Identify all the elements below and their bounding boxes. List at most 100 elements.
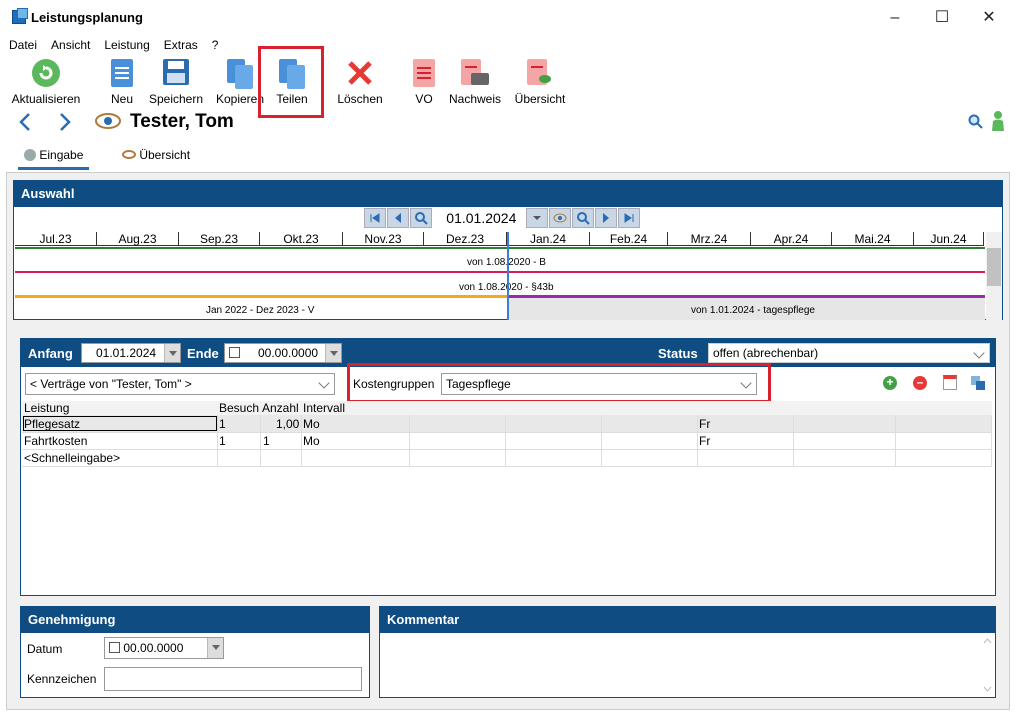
tab-uebersicht[interactable]: Übersicht <box>116 144 196 170</box>
genehmigung-panel: Genehmigung Datum 00.00.0000 Kennzeichen <box>20 606 370 698</box>
first-icon[interactable] <box>364 208 386 228</box>
scrollbar-thumb[interactable] <box>987 248 1001 286</box>
eye-small-icon <box>122 150 136 159</box>
kennzeichen-input[interactable] <box>104 667 362 691</box>
last-icon[interactable] <box>618 208 641 228</box>
kommentar-scrollbar[interactable] <box>980 633 995 697</box>
kommentar-title: Kommentar <box>380 607 995 633</box>
prev-icon[interactable] <box>387 208 409 228</box>
column-header: Intervall <box>303 401 346 415</box>
refresh-button[interactable]: Aktualisieren <box>4 56 88 108</box>
date-dropdown-icon[interactable] <box>526 208 549 228</box>
cell-besuch: 1 <box>219 417 226 431</box>
chevron-down-icon[interactable] <box>164 344 180 362</box>
month-header: Jan.24 <box>507 232 590 246</box>
cell-leistung: Fahrtkosten <box>24 434 88 448</box>
next-icon[interactable] <box>595 208 618 228</box>
cell-day: Fr <box>699 417 711 431</box>
tab-eingabe[interactable]: Eingabe <box>18 144 90 170</box>
new-document-icon <box>111 59 133 87</box>
ende-field[interactable]: 00.00.0000 <box>224 343 342 363</box>
zoom-out-icon[interactable] <box>572 208 595 228</box>
chevron-down-icon[interactable] <box>207 638 223 658</box>
overview-document-icon <box>527 59 553 89</box>
vo-document-icon <box>413 59 435 87</box>
calendar-icon[interactable] <box>943 375 957 390</box>
current-date: 01.01.2024 <box>446 210 517 226</box>
menu-datei[interactable]: Datei <box>2 36 44 54</box>
save-button[interactable]: Speichern <box>145 56 207 108</box>
user-figure-icon[interactable] <box>990 110 1006 132</box>
cell-leistung: Pflegesatz <box>24 417 81 431</box>
back-arrow-icon[interactable] <box>16 111 34 133</box>
menu-ansicht[interactable]: Ansicht <box>44 36 97 54</box>
copy-icon <box>227 59 253 89</box>
datum-label: Datum <box>27 642 63 656</box>
month-header: Sep.23 <box>179 232 260 246</box>
timeline-scrollbar[interactable] <box>986 232 1002 320</box>
search-icon[interactable] <box>968 114 984 130</box>
auswahl-title: Auswahl <box>14 181 1002 207</box>
month-header: Aug.23 <box>97 232 179 246</box>
ende-checkbox[interactable] <box>229 347 240 358</box>
cell-anzahl: 1,00 <box>276 417 300 431</box>
zoom-icon[interactable] <box>410 208 432 228</box>
transfer-icon[interactable] <box>971 376 985 390</box>
overview-button[interactable]: Übersicht <box>510 56 570 108</box>
maximize-button[interactable]: ☐ <box>927 6 957 30</box>
genehmigung-title: Genehmigung <box>21 607 369 633</box>
contract-label: Jan 2022 - Dez 2023 - V <box>206 305 315 316</box>
month-header: Feb.24 <box>590 232 668 246</box>
kennzeichen-label: Kennzeichen <box>27 672 97 686</box>
view-eye-icon[interactable] <box>549 208 572 228</box>
delete-x-icon <box>346 59 374 87</box>
menu-extras[interactable]: Extras <box>157 36 205 54</box>
anfang-field[interactable]: 01.01.2024 <box>81 343 181 363</box>
share-button[interactable]: Teilen <box>264 56 320 108</box>
kostengruppen-select[interactable]: Tagespflege <box>441 373 757 395</box>
menu-help[interactable]: ? <box>205 36 226 54</box>
add-icon[interactable]: + <box>883 376 897 390</box>
menu-leistung[interactable]: Leistung <box>97 36 156 54</box>
ende-label: Ende <box>187 346 219 361</box>
datum-field[interactable]: 00.00.0000 <box>104 637 224 659</box>
leistung-panel: Anfang 01.01.2024 Ende 00.00.0000 Status… <box>20 338 996 596</box>
today-line <box>507 232 509 320</box>
month-header: Jun.24 <box>914 232 984 246</box>
minimize-button[interactable]: – <box>880 6 910 30</box>
kostengruppen-label: Kostengruppen <box>353 377 435 391</box>
close-button[interactable]: ✕ <box>974 6 1004 30</box>
kommentar-textarea[interactable] <box>380 633 980 697</box>
chevron-down-icon <box>973 347 985 359</box>
table-row[interactable] <box>22 432 992 449</box>
vo-button[interactable]: VO <box>404 56 444 108</box>
month-header: Mai.24 <box>832 232 914 246</box>
anfang-label: Anfang <box>28 346 73 361</box>
contract-bar-orange <box>15 295 507 298</box>
table-row[interactable] <box>22 449 992 466</box>
eye-icon <box>95 112 121 130</box>
month-header: Nov.23 <box>343 232 424 246</box>
timeline-grid: Jul.23 Aug.23 Sep.23 Okt.23 Nov.23 Dez.2… <box>15 232 987 320</box>
column-header: Anzahl <box>262 401 299 415</box>
status-select[interactable]: offen (abrechenbar) <box>708 343 990 363</box>
chevron-down-icon <box>318 377 330 389</box>
remove-icon[interactable]: – <box>913 376 927 390</box>
cell-besuch: 1 <box>219 434 226 448</box>
leistung-table: Leistung Besuch Anzahl Intervall Pfleges… <box>22 401 992 471</box>
auswahl-panel: Auswahl 01.01.2024 Jul.23 Aug.23 Sep.23 … <box>13 180 1003 320</box>
chevron-down-icon[interactable] <box>325 344 341 362</box>
title-bar: Leistungsplanung – ☐ ✕ <box>0 0 1016 36</box>
forward-arrow-icon[interactable] <box>56 111 74 133</box>
kommentar-panel: Kommentar <box>379 606 996 698</box>
delete-button[interactable]: Löschen <box>332 56 388 108</box>
status-label: Status <box>658 346 698 361</box>
cell-day: Fr <box>699 434 711 448</box>
month-header: Apr.24 <box>751 232 832 246</box>
datum-checkbox[interactable] <box>109 642 120 653</box>
contract-label: von 1.01.2024 - tagespflege <box>691 305 815 316</box>
proof-button[interactable]: Nachweis <box>446 56 504 108</box>
vertraege-select[interactable]: < Verträge von "Tester, Tom" > <box>25 373 335 395</box>
new-button[interactable]: Neu <box>102 56 142 108</box>
cell-intervall: Mo <box>303 417 320 431</box>
